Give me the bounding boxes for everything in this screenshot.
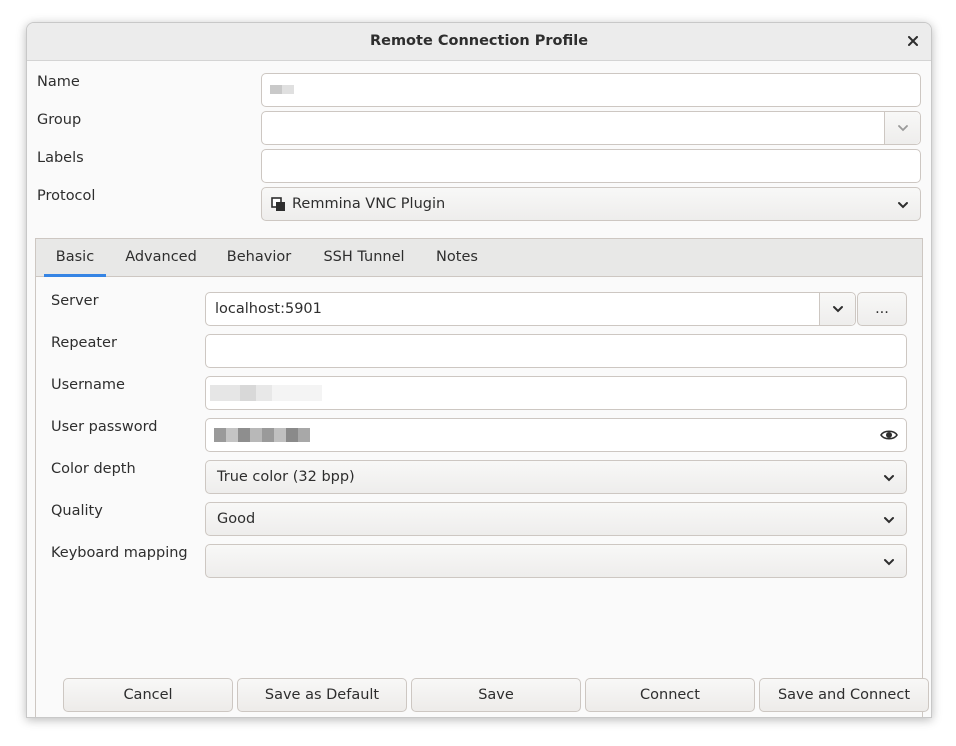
close-icon xyxy=(908,36,918,46)
window-title: Remote Connection Profile xyxy=(369,33,589,49)
password-field[interactable] xyxy=(205,418,907,452)
labels-label: Labels xyxy=(37,150,84,166)
redacted-text xyxy=(272,385,322,401)
keyboard-mapping-label: Keyboard mapping xyxy=(51,545,188,561)
chevron-down-icon xyxy=(897,125,908,132)
redacted-text xyxy=(238,428,250,442)
redacted-text xyxy=(256,385,272,401)
title-bar: Remote Connection Profile xyxy=(27,23,931,61)
eye-icon[interactable] xyxy=(880,427,898,443)
keyboard-mapping-select[interactable] xyxy=(205,544,907,578)
group-label: Group xyxy=(37,112,82,128)
protocol-value: Remmina VNC Plugin xyxy=(292,196,446,212)
settings-notebook: Basic Advanced Behavior SSH Tunnel Notes… xyxy=(35,238,923,717)
tab-notes[interactable]: Notes xyxy=(430,239,484,276)
quality-label: Quality xyxy=(51,503,103,519)
protocol-label: Protocol xyxy=(37,188,96,204)
tab-bar: Basic Advanced Behavior SSH Tunnel Notes xyxy=(36,239,922,277)
redacted-text xyxy=(286,428,298,442)
redacted-text xyxy=(274,428,286,442)
browse-label: ... xyxy=(875,301,889,317)
tab-advanced[interactable]: Advanced xyxy=(118,239,204,276)
chevron-down-icon xyxy=(884,475,894,482)
color-depth-value: True color (32 bpp) xyxy=(217,469,355,485)
redacted-text xyxy=(240,385,256,401)
redacted-text xyxy=(250,428,262,442)
tab-behavior[interactable]: Behavior xyxy=(220,239,298,276)
connect-button[interactable]: Connect xyxy=(585,678,755,712)
chevron-down-icon xyxy=(884,517,894,524)
redacted-text xyxy=(210,385,240,401)
group-dropdown-button[interactable] xyxy=(884,112,920,144)
redacted-text xyxy=(226,428,238,442)
chevron-down-icon xyxy=(884,559,894,566)
redacted-text xyxy=(270,85,282,94)
server-label: Server xyxy=(51,293,99,309)
color-depth-select[interactable]: True color (32 bpp) xyxy=(205,460,907,494)
close-button[interactable] xyxy=(901,29,925,53)
vnc-plugin-icon xyxy=(271,197,285,211)
chevron-down-icon xyxy=(898,202,908,209)
name-label: Name xyxy=(37,74,80,90)
server-dropdown-button[interactable] xyxy=(819,293,855,325)
repeater-label: Repeater xyxy=(51,335,117,351)
username-label: Username xyxy=(51,377,125,393)
server-value: localhost:5901 xyxy=(215,301,322,317)
save-and-connect-button[interactable]: Save and Connect xyxy=(759,678,929,712)
name-field[interactable] xyxy=(261,73,921,107)
chevron-down-icon xyxy=(832,306,843,313)
redacted-text xyxy=(282,85,294,94)
password-label: User password xyxy=(51,419,158,435)
redacted-text xyxy=(262,428,274,442)
redacted-text xyxy=(214,428,226,442)
username-field[interactable] xyxy=(205,376,907,410)
cancel-button[interactable]: Cancel xyxy=(63,678,233,712)
group-combo-entry[interactable] xyxy=(261,111,921,145)
quality-select[interactable]: Good xyxy=(205,502,907,536)
color-depth-label: Color depth xyxy=(51,461,136,477)
protocol-select[interactable]: Remmina VNC Plugin xyxy=(261,187,921,221)
tab-ssh-tunnel[interactable]: SSH Tunnel xyxy=(316,239,412,276)
repeater-field[interactable] xyxy=(205,334,907,368)
quality-value: Good xyxy=(217,511,256,527)
tab-basic[interactable]: Basic xyxy=(44,239,106,277)
dialog-window: Remote Connection Profile Name Group Lab… xyxy=(26,22,932,718)
redacted-text xyxy=(298,428,310,442)
server-combo-entry[interactable]: localhost:5901 xyxy=(205,292,856,326)
save-button[interactable]: Save xyxy=(411,678,581,712)
server-browse-button[interactable]: ... xyxy=(857,292,907,326)
save-as-default-button[interactable]: Save as Default xyxy=(237,678,407,712)
labels-field[interactable] xyxy=(261,149,921,183)
